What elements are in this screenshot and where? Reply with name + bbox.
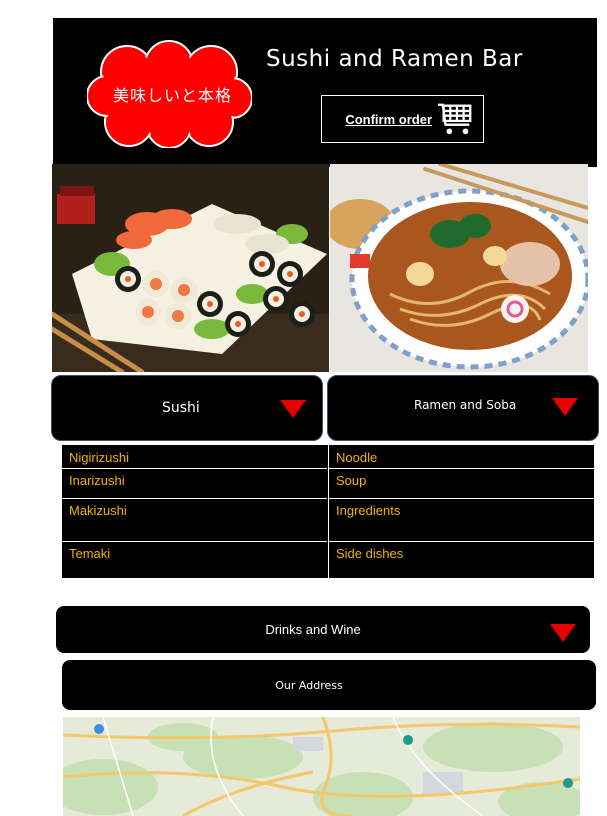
menu-item[interactable]: Side dishes — [329, 546, 594, 561]
address-section-header[interactable]: Our Address — [62, 660, 596, 710]
menu-item[interactable]: Ingredients — [329, 503, 594, 518]
map-pin-icon[interactable] — [94, 724, 104, 734]
row-divider — [329, 498, 594, 499]
triangle-down-icon — [280, 400, 306, 418]
sushi-category-toggle[interactable]: Sushi — [51, 375, 323, 441]
row-divider — [329, 541, 594, 542]
sushi-photo — [52, 164, 329, 372]
drinks-category-label: Drinks and Wine — [265, 622, 361, 637]
menu-item[interactable]: Noodle — [329, 450, 594, 465]
cloud-badge: 美味しいと本格 — [86, 40, 253, 149]
ramen-category-toggle[interactable]: Ramen and Soba — [327, 375, 599, 441]
ramen-photo — [330, 164, 588, 372]
address-label: Our Address — [275, 678, 343, 692]
drinks-category-toggle[interactable]: Drinks and Wine — [56, 606, 590, 653]
menu-item[interactable]: Inarizushi — [62, 473, 327, 488]
menu-item[interactable]: Soup — [329, 473, 594, 488]
sushi-category-label: Sushi — [162, 400, 200, 416]
menu-table: Nigirizushi Inarizushi Makizushi Temaki … — [62, 445, 594, 578]
confirm-order-button[interactable]: Confirm order — [321, 95, 484, 143]
ramen-category-label: Ramen and Soba — [414, 398, 517, 412]
triangle-down-icon — [550, 624, 576, 642]
row-divider — [62, 498, 327, 499]
cloud-text: 美味しいと本格 — [112, 86, 232, 105]
shopping-cart-icon — [437, 103, 472, 135]
site-title: Sushi and Ramen Bar — [266, 46, 523, 72]
triangle-down-icon — [552, 398, 578, 416]
row-divider — [62, 468, 327, 469]
menu-item[interactable]: Nigirizushi — [62, 450, 327, 465]
menu-item[interactable]: Temaki — [62, 546, 327, 561]
header-banner: 美味しいと本格 Sushi and Ramen Bar Confirm orde… — [53, 18, 597, 167]
row-divider — [62, 541, 327, 542]
confirm-order-label: Confirm order — [345, 111, 432, 127]
sushi-menu-column: Nigirizushi Inarizushi Makizushi Temaki — [62, 445, 327, 578]
map-pin-icon[interactable] — [403, 735, 413, 745]
row-divider — [329, 468, 594, 469]
map-pin-icon[interactable] — [563, 778, 573, 788]
menu-item[interactable]: Makizushi — [62, 503, 327, 518]
ramen-menu-column: Noodle Soup Ingredients Side dishes — [328, 445, 594, 578]
location-map[interactable] — [63, 717, 580, 816]
